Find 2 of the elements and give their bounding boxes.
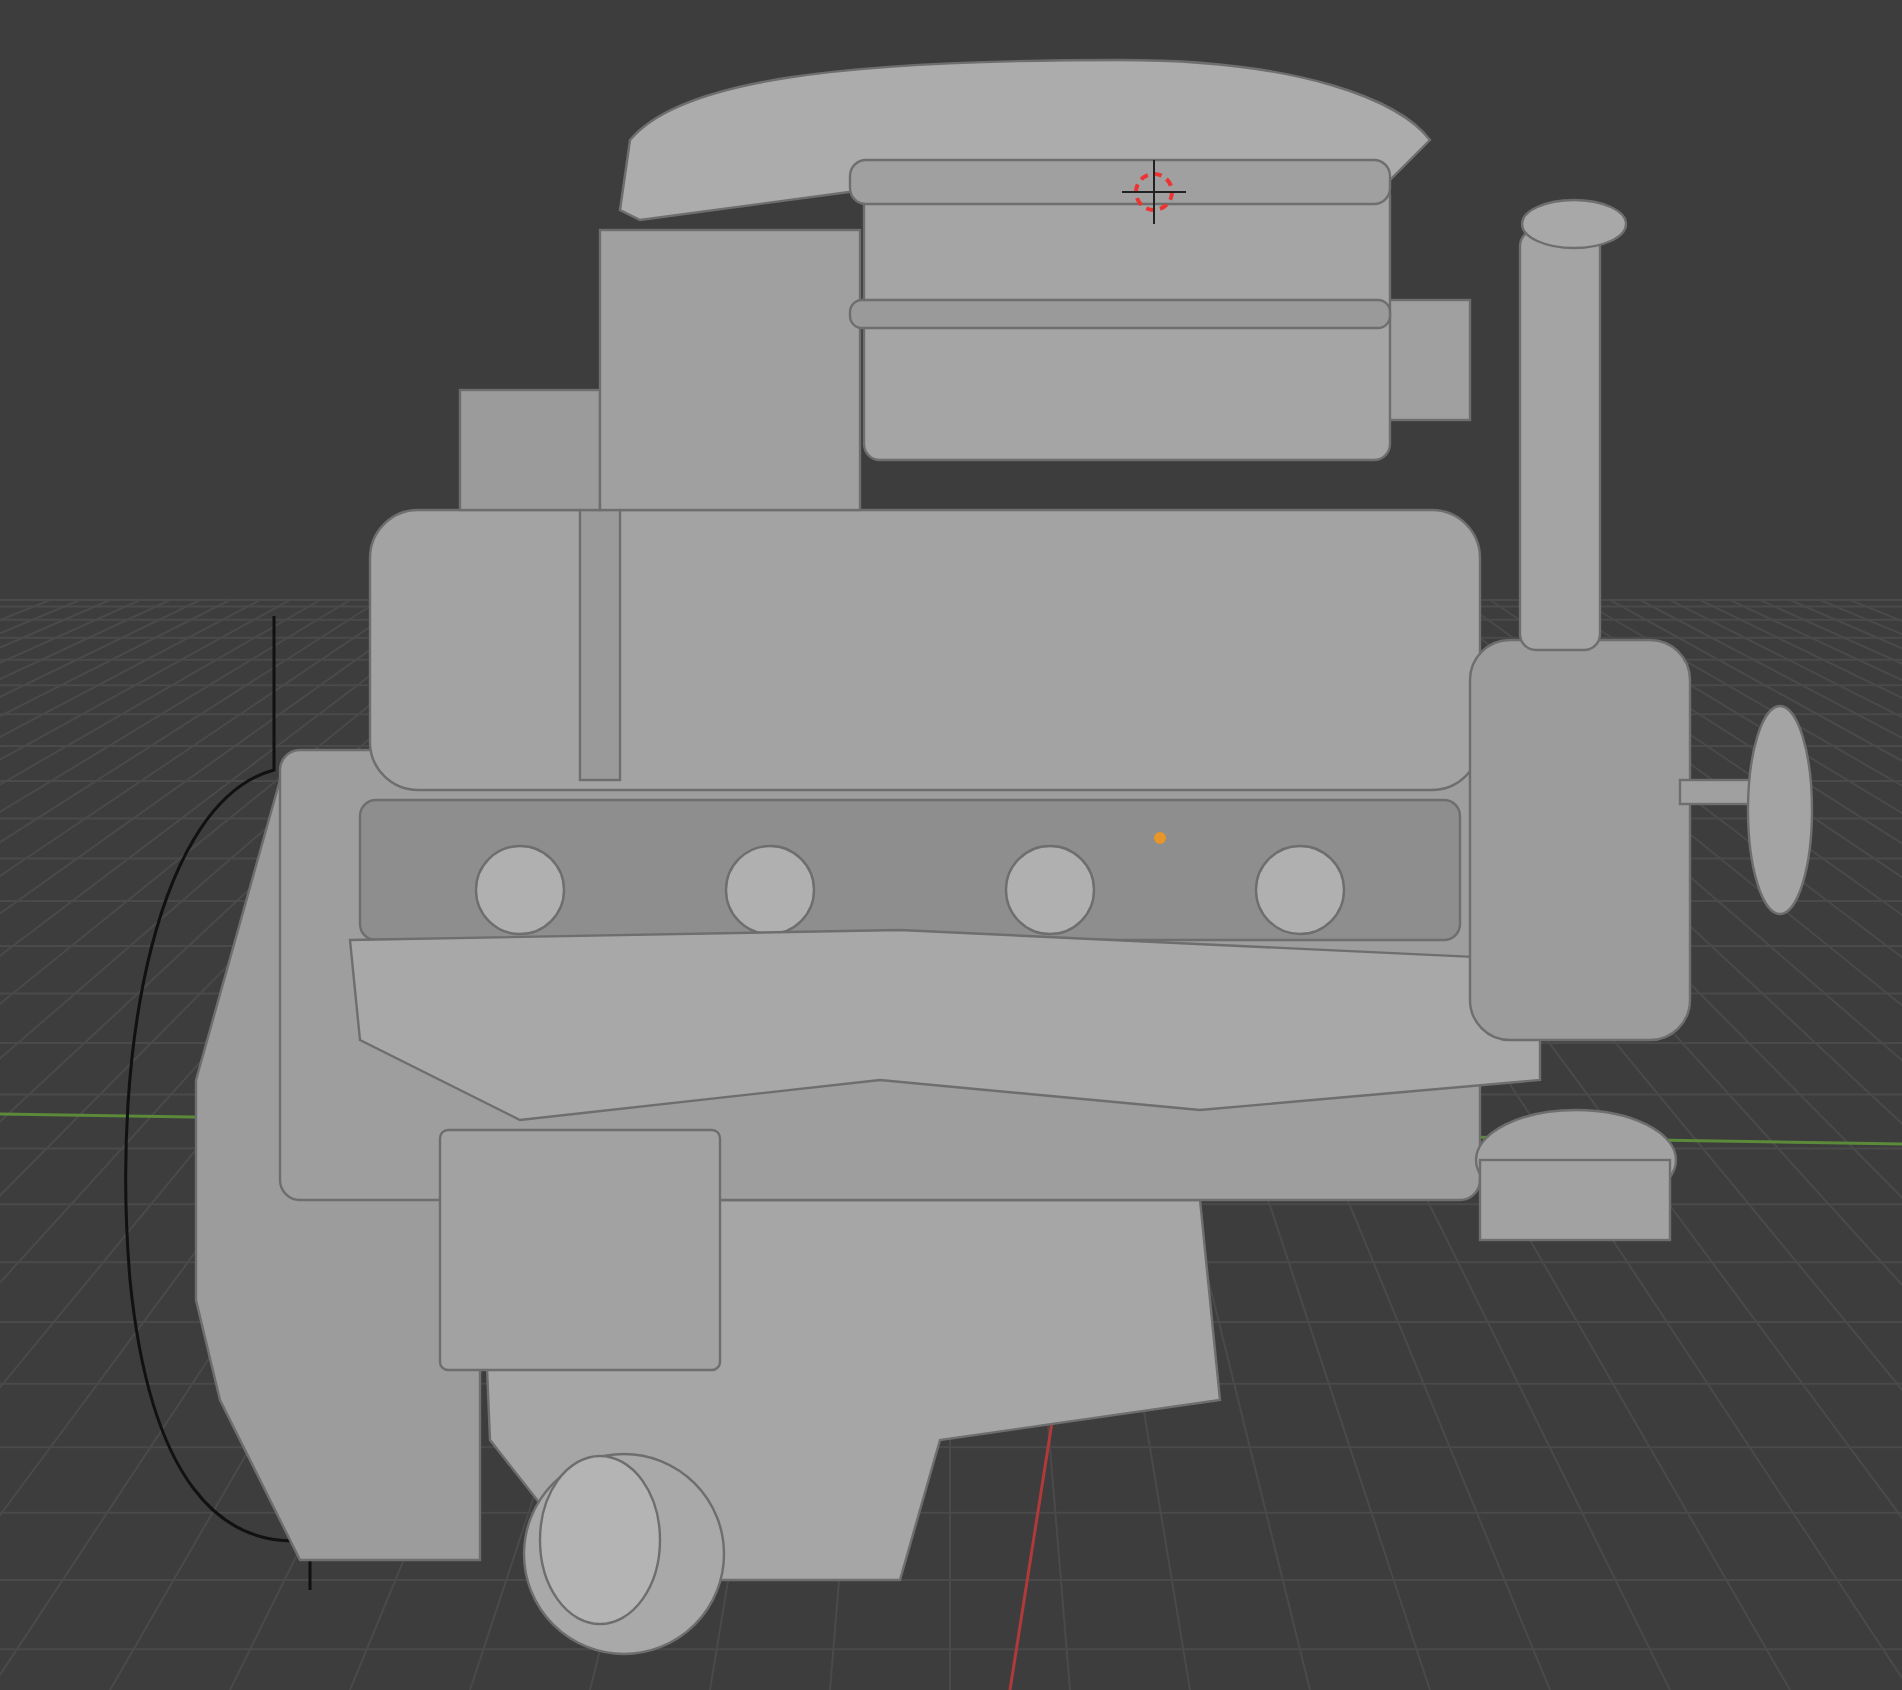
cursor-icon: [1121, 159, 1187, 225]
origin-dot: [1154, 832, 1166, 844]
